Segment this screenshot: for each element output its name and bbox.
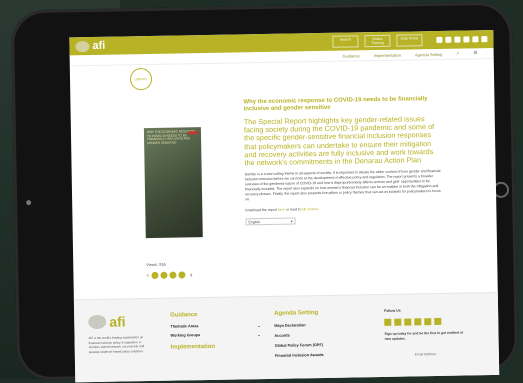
twitter-icon[interactable] xyxy=(394,318,402,326)
share-count: 8 xyxy=(190,272,193,277)
facebook-icon[interactable] xyxy=(436,36,443,43)
share-twitter-icon[interactable] xyxy=(160,271,168,279)
language-select[interactable]: English ▾ xyxy=(245,217,296,226)
linkedin-icon[interactable] xyxy=(454,36,461,43)
tablet-screen: afi Search Online Training Data Portal G… xyxy=(69,29,500,383)
youtube-icon[interactable] xyxy=(424,318,432,326)
full-version-link[interactable]: full version xyxy=(302,207,319,211)
article-body: Gender is a cross-cutting theme in all a… xyxy=(244,169,441,202)
chevron-down-icon: ⌄ xyxy=(257,324,261,329)
chevron-down-icon: ⌄ xyxy=(257,333,261,338)
camera-icon xyxy=(26,200,32,206)
footer-about: AFI is the world's leading organization … xyxy=(88,335,146,354)
nav-agenda-setting[interactable]: Agenda Setting xyxy=(415,51,442,56)
flickr-icon[interactable] xyxy=(481,36,488,43)
search-icon[interactable]: ⌕ xyxy=(456,51,459,57)
footer-link-working-groups[interactable]: Working Groups ⌄ xyxy=(170,330,260,341)
facebook-icon[interactable] xyxy=(384,318,392,326)
cover-band xyxy=(187,131,198,135)
library-badge: LIBRARY xyxy=(129,67,153,91)
footer-follow: Follow Us Sign up today for and be the f… xyxy=(384,308,465,357)
footer-link-awards[interactable]: Financial Inclusion Awards xyxy=(275,350,324,361)
share-bar: < 8 xyxy=(146,271,192,279)
instagram-icon[interactable] xyxy=(463,36,470,43)
afi-logo[interactable]: afi xyxy=(75,40,105,53)
online-training-link[interactable]: Online Training xyxy=(364,34,391,48)
article-lead: The Special Report highlights key gender… xyxy=(243,114,435,168)
footer-logo[interactable]: afi xyxy=(88,313,126,330)
nav-implementation[interactable]: Implementation xyxy=(374,52,401,57)
flickr-icon[interactable] xyxy=(434,317,442,326)
report-cover-image[interactable]: WHY THE ECONOMIC RESPONSE TO COVID-19 NE… xyxy=(143,127,203,239)
settings-icon[interactable]: ⚙ xyxy=(473,50,478,56)
share-linkedin-icon[interactable] xyxy=(169,271,177,279)
article: Why the economic response to COVID-19 ne… xyxy=(243,96,441,226)
footer: afi AFI is the world's leading organizat… xyxy=(73,291,500,383)
share-email-icon[interactable] xyxy=(178,271,186,279)
follow-us-label: Follow Us xyxy=(384,308,401,313)
linkedin-icon[interactable] xyxy=(404,318,412,326)
share-facebook-icon[interactable] xyxy=(151,271,159,279)
download-line: Download the report here or read in full… xyxy=(245,207,320,213)
twitter-icon[interactable] xyxy=(445,36,452,43)
email-field[interactable]: Email Address xyxy=(415,352,465,356)
share-icon: < xyxy=(146,272,150,279)
footer-col-agenda: Agenda Setting Maya Declaration Accords … xyxy=(274,310,324,361)
nav-guidance[interactable]: Guidance xyxy=(342,53,359,58)
footer-heading-implementation[interactable]: Implementation xyxy=(171,343,261,351)
brain-icon xyxy=(75,40,90,52)
youtube-icon[interactable] xyxy=(472,36,479,43)
footer-social-links xyxy=(384,317,464,326)
views-count: Views: 916 xyxy=(146,261,166,268)
article-title: Why the economic response to COVID-19 ne… xyxy=(243,96,428,112)
data-portal-link[interactable]: Data Portal xyxy=(396,34,423,47)
footer-heading-guidance[interactable]: Guidance xyxy=(170,311,260,318)
footer-heading-agenda-setting[interactable]: Agenda Setting xyxy=(274,310,323,317)
instagram-icon[interactable] xyxy=(414,318,422,326)
chevron-down-icon: ▾ xyxy=(290,219,293,224)
social-links xyxy=(436,36,488,43)
brain-icon xyxy=(88,314,107,330)
signup-text: Sign up today for and be the first to ge… xyxy=(384,330,463,341)
search-top-link[interactable]: Search xyxy=(332,35,359,48)
footer-col-guidance: Guidance Thematic Areas ⌄ Working Groups ⌄… xyxy=(170,311,261,355)
tablet-frame: afi Search Online Training Data Portal G… xyxy=(10,1,519,383)
download-here-link[interactable]: here xyxy=(278,208,285,212)
